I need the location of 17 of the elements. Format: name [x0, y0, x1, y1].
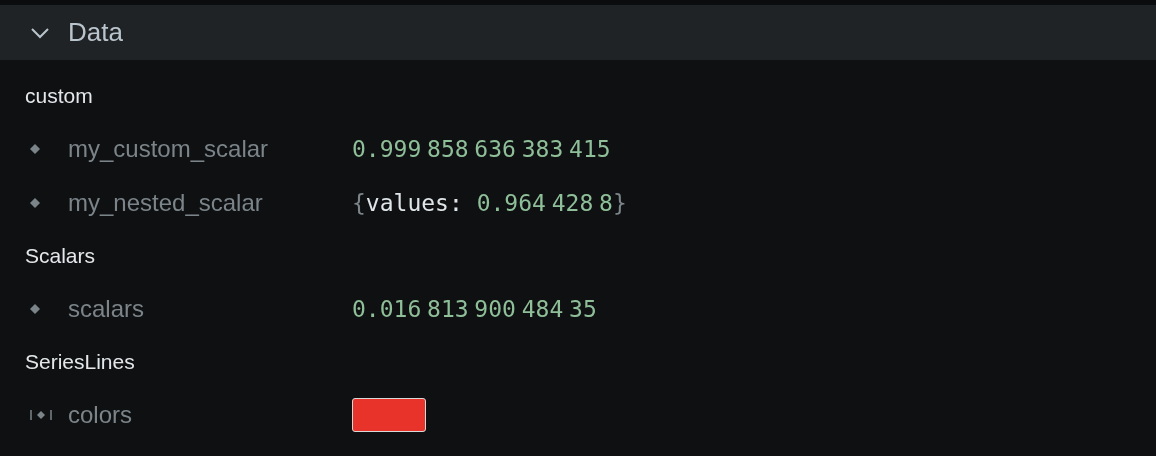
group-label: Scalars	[25, 244, 96, 268]
property-name: my_nested_scalar	[68, 189, 264, 217]
scalar-value: 0.016 813 900 484 35	[352, 296, 597, 322]
group-label: custom	[25, 84, 93, 108]
diamond-icon	[30, 304, 40, 314]
struct-value: {values: 0.964 428 8}	[352, 190, 627, 216]
group-label: SeriesLines	[25, 350, 135, 374]
panel-title[interactable]: Data	[68, 17, 123, 48]
property-name: my_custom_scalar	[68, 135, 270, 163]
color-swatch[interactable]	[352, 398, 426, 432]
scalar-value: 0.999 858 636 383 415	[352, 136, 611, 162]
series-marker-icon	[30, 409, 52, 421]
diamond-icon	[30, 198, 40, 208]
property-name: colors	[68, 401, 134, 429]
chevron-down-icon[interactable]	[30, 26, 50, 39]
diamond-icon	[30, 144, 40, 154]
property-name: scalars	[68, 295, 146, 323]
